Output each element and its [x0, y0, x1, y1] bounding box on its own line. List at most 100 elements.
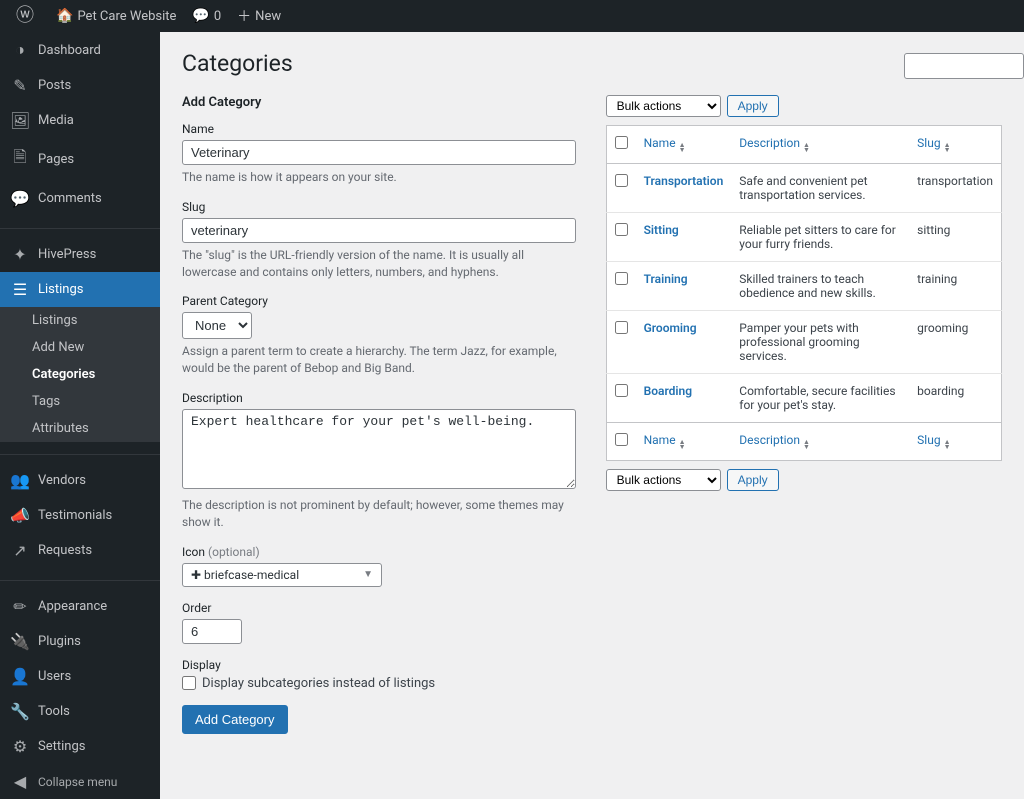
display-checkbox-label: Display subcategories instead of listing…: [202, 676, 435, 691]
description-help: The description is not prominent by defa…: [182, 497, 576, 531]
sidebar-item-label: Comments: [38, 191, 102, 206]
sidebar-submenu: ListingsAdd NewCategoriesTagsAttributes: [0, 307, 160, 442]
row-checkbox[interactable]: [615, 272, 628, 285]
row-title-link[interactable]: Grooming: [644, 321, 697, 335]
submenu-item-add-new[interactable]: Add New: [0, 334, 160, 361]
sidebar-item-listings[interactable]: ☰Listings: [0, 272, 160, 307]
submenu-item-attributes[interactable]: Attributes: [0, 415, 160, 442]
column-header-slug[interactable]: Slug▲▼: [909, 126, 1001, 164]
comment-icon: 💬: [192, 8, 209, 24]
collapse-menu[interactable]: ◀Collapse menu: [0, 764, 160, 799]
site-name-link[interactable]: 🏠 Pet Care Website: [48, 0, 184, 32]
sidebar-item-settings[interactable]: ⚙Settings: [0, 729, 160, 764]
submenu-item-listings[interactable]: Listings: [0, 307, 160, 334]
sidebar-item-comments[interactable]: 💬Comments: [0, 181, 160, 216]
page-title: Categories: [182, 50, 1002, 77]
column-footer-name[interactable]: Name▲▼: [636, 422, 732, 460]
row-title-link[interactable]: Boarding: [644, 384, 692, 398]
name-label: Name: [182, 122, 576, 136]
sidebar-item-label: Testimonials: [38, 508, 112, 523]
select-all-bottom[interactable]: [615, 433, 628, 446]
sidebar-item-plugins[interactable]: 🔌 Plugins: [0, 624, 160, 659]
row-title-link[interactable]: Sitting: [644, 223, 679, 237]
column-footer-description[interactable]: Description▲▼: [731, 422, 909, 460]
row-checkbox[interactable]: [615, 223, 628, 236]
row-title-link[interactable]: Transportation: [644, 174, 724, 188]
row-slug: grooming: [909, 310, 1001, 373]
sidebar-item-dashboard[interactable]: ◑Dashboard: [0, 32, 160, 68]
row-description: Comfortable, secure facilities for your …: [731, 373, 909, 422]
sidebar-item-label: Listings: [38, 282, 83, 297]
sidebar-item-tools[interactable]: 🔧Tools: [0, 694, 160, 729]
comments-link[interactable]: 💬0: [184, 0, 229, 32]
row-title-link[interactable]: Training: [644, 272, 688, 286]
icon-label: Icon (optional): [182, 545, 576, 559]
sidebar-item-media[interactable]: 🖼Media: [0, 103, 160, 138]
display-label: Display: [182, 658, 576, 672]
icon-select[interactable]: ✚ briefcase-medical ▼: [182, 563, 382, 587]
order-input[interactable]: [182, 619, 242, 644]
name-input[interactable]: [182, 140, 576, 165]
sort-icon: ▲▼: [803, 143, 810, 153]
sidebar-item-label: Pages: [38, 152, 74, 167]
apply-button-bottom[interactable]: Apply: [727, 469, 779, 491]
site-name-label: Pet Care Website: [77, 9, 176, 24]
menu-icon: 🔌: [10, 632, 30, 651]
parent-category-select[interactable]: None: [182, 312, 252, 339]
sidebar-item-vendors[interactable]: 👥 Vendors: [0, 454, 160, 498]
add-category-button[interactable]: Add Category: [182, 705, 288, 734]
apply-button-top[interactable]: Apply: [727, 95, 779, 117]
display-subcategories-checkbox[interactable]: [182, 676, 196, 690]
menu-icon: ⚙: [10, 737, 30, 756]
parent-help: Assign a parent term to create a hierarc…: [182, 343, 576, 377]
menu-icon: ↗: [10, 541, 30, 560]
slug-input[interactable]: [182, 218, 576, 243]
submenu-item-tags[interactable]: Tags: [0, 388, 160, 415]
icon-value: briefcase-medical: [204, 568, 299, 582]
home-icon: 🏠: [56, 8, 73, 24]
row-checkbox[interactable]: [615, 384, 628, 397]
menu-icon: 🔧: [10, 702, 30, 721]
table-row: SittingReliable pet sitters to care for …: [606, 212, 1001, 261]
sidebar-item-users[interactable]: 👤Users: [0, 659, 160, 694]
bulk-actions-select-bottom[interactable]: Bulk actions: [606, 469, 721, 491]
sort-icon: ▲▼: [944, 143, 951, 153]
select-all-top[interactable]: [615, 136, 628, 149]
comments-count: 0: [214, 9, 221, 24]
sidebar-item-appearance[interactable]: ✏Appearance: [0, 580, 160, 624]
column-header-name[interactable]: Name▲▼: [636, 126, 732, 164]
table-row: GroomingPamper your pets with profession…: [606, 310, 1001, 373]
new-link[interactable]: ＋New: [229, 0, 289, 32]
search-input[interactable]: [904, 53, 1024, 79]
row-description: Skilled trainers to teach obedience and …: [731, 261, 909, 310]
row-checkbox[interactable]: [615, 321, 628, 334]
column-footer-slug[interactable]: Slug▲▼: [909, 422, 1001, 460]
sidebar-item-label: Appearance: [38, 599, 107, 614]
add-category-heading: Add Category: [182, 95, 576, 110]
sidebar-item-posts[interactable]: ✎Posts: [0, 68, 160, 103]
sidebar-item-hivepress[interactable]: ✦HivePress: [0, 228, 160, 272]
sidebar-item-label: Plugins: [38, 634, 81, 649]
row-slug: transportation: [909, 163, 1001, 212]
row-description: Safe and convenient pet transportation s…: [731, 163, 909, 212]
description-textarea[interactable]: [182, 409, 576, 489]
bulk-actions-select-top[interactable]: Bulk actions: [606, 95, 721, 117]
wp-logo[interactable]: ⓦ: [8, 0, 48, 32]
submenu-item-categories[interactable]: Categories: [0, 361, 160, 388]
main-content: Categories Add Category Name The name is…: [160, 32, 1024, 799]
sidebar-item-pages[interactable]: 🗎Pages: [0, 138, 160, 181]
sidebar-item-requests[interactable]: ↗ Requests: [0, 533, 160, 568]
menu-icon: ◑: [10, 40, 30, 60]
sort-icon: ▲▼: [803, 440, 810, 450]
parent-category-label: Parent Category: [182, 294, 576, 308]
sidebar-item-testimonials[interactable]: 📣Testimonials: [0, 498, 160, 533]
collapse-label: Collapse menu: [38, 775, 117, 789]
slug-label: Slug: [182, 200, 576, 214]
menu-icon: ✎: [10, 76, 30, 95]
sidebar-item-label: Vendors: [38, 473, 86, 488]
menu-icon: 👥: [10, 471, 30, 490]
admin-toolbar: ⓦ 🏠Pet Care Website 💬0 ＋New: [0, 0, 1024, 32]
row-checkbox[interactable]: [615, 174, 628, 187]
sidebar-item-label: Requests: [38, 543, 92, 558]
column-header-description[interactable]: Description▲▼: [731, 126, 909, 164]
